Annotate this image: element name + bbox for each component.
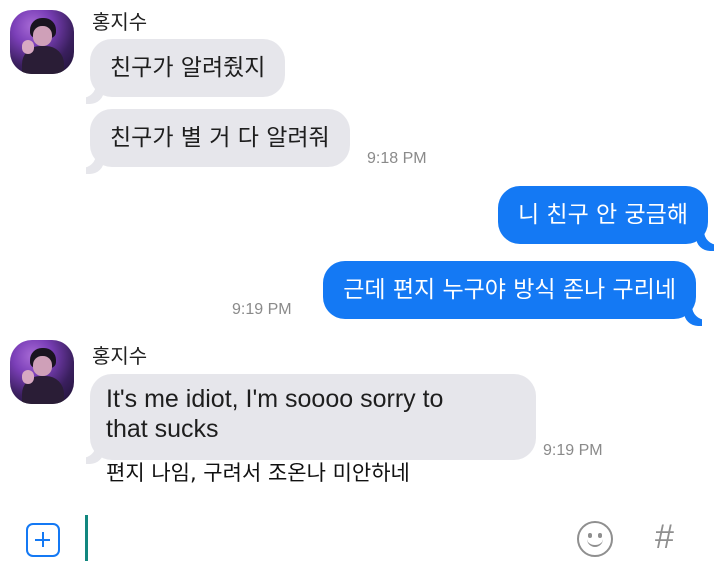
- message-bubble-incoming[interactable]: 친구가 별 거 다 알려줘: [90, 109, 350, 167]
- hash-icon[interactable]: #: [655, 518, 674, 557]
- text-cursor[interactable]: [85, 515, 88, 561]
- smiley-icon[interactable]: [577, 521, 613, 557]
- contact-avatar[interactable]: [10, 10, 74, 74]
- message-line: It's me idiot, I'm soooo sorry to: [106, 385, 444, 413]
- translated-caption: 편지 나임, 구려서 조온나 미안하네: [106, 461, 410, 485]
- bubble-tail: [692, 302, 710, 320]
- message-line: that sucks: [106, 415, 219, 443]
- plus-square-icon[interactable]: [26, 523, 60, 557]
- bubble-tail: [704, 227, 720, 245]
- message-bubble-outgoing[interactable]: 근데 편지 누구야 방식 존나 구리네: [323, 261, 696, 319]
- message-timestamp: 9:18 PM: [367, 150, 427, 167]
- message-timestamp: 9:19 PM: [543, 442, 603, 459]
- contact-avatar[interactable]: [10, 340, 74, 404]
- sender-name: 홍지수: [92, 10, 148, 34]
- sender-name: 홍지수: [92, 344, 148, 368]
- message-bubble-outgoing[interactable]: 니 친구 안 궁금해: [497, 186, 708, 244]
- message-timestamp: 9:19 PM: [232, 301, 292, 318]
- message-bubble-incoming[interactable]: 친구가 알려줬지: [90, 39, 286, 97]
- message-bubble-incoming[interactable]: It's me idiot, I'm soooo sorry to that s…: [90, 374, 536, 460]
